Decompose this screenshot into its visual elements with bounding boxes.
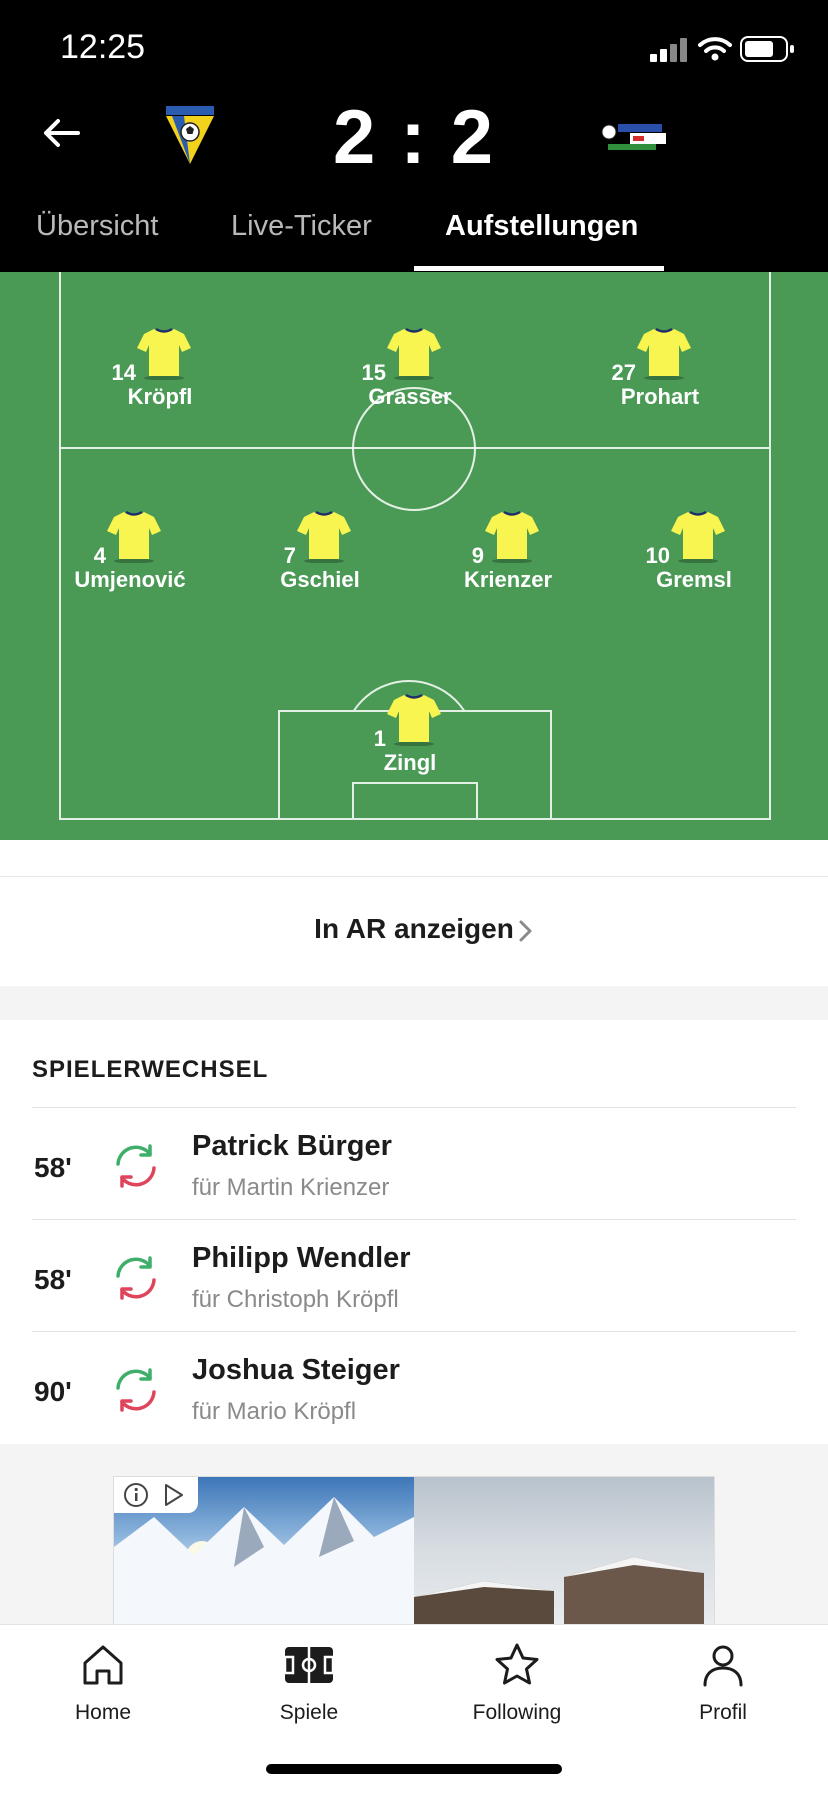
player-number: 1 xyxy=(373,726,386,751)
match-header: 12:25 2 : 2 Übersicht Live-Ticker Aufste… xyxy=(0,0,828,272)
ad-banner[interactable] xyxy=(113,1476,715,1626)
wifi-icon xyxy=(698,37,732,61)
substitution-icon xyxy=(116,1144,156,1188)
player-number: 27 xyxy=(611,360,636,385)
nav-home[interactable]: Home xyxy=(28,1641,178,1725)
tab-aufstellungen[interactable]: Aufstellungen xyxy=(445,210,638,243)
away-team-logo[interactable] xyxy=(600,118,670,154)
person-icon xyxy=(703,1645,743,1687)
shirt-icon xyxy=(387,327,441,380)
nav-following[interactable]: Following xyxy=(442,1641,592,1725)
player-number: 10 xyxy=(645,543,670,568)
player-number: 14 xyxy=(111,360,136,385)
goal-area xyxy=(352,782,478,818)
home-icon xyxy=(83,1645,123,1685)
battery-icon xyxy=(740,36,794,62)
substitution-row[interactable]: 58' Patrick Bürger für Martin Krienzer xyxy=(32,1107,796,1219)
substitution-minute: 90' xyxy=(34,1376,72,1407)
tab-uebersicht[interactable]: Übersicht xyxy=(36,210,159,243)
player-in: Joshua Steiger xyxy=(192,1354,400,1386)
player-in: Patrick Bürger xyxy=(192,1130,392,1162)
nav-label: Profil xyxy=(699,1701,747,1724)
player-name: Krienzer xyxy=(463,567,553,592)
player-out: für Christoph Kröpfl xyxy=(192,1286,399,1313)
home-indicator xyxy=(266,1764,562,1774)
active-tab-indicator xyxy=(414,266,664,271)
shirt-icon xyxy=(137,327,191,380)
player-number: 4 xyxy=(93,543,106,568)
player-name: Kröpfl xyxy=(127,384,193,409)
player-number: 15 xyxy=(361,360,386,385)
substitution-row[interactable]: 90' Joshua Steiger für Mario Kröpfl xyxy=(32,1331,796,1443)
lineup-pitch: 14 Kröpfl 15 Grasser 27 Prohart 4 Umjeno… xyxy=(0,272,828,840)
home-team-logo[interactable] xyxy=(164,104,216,166)
player-name: Zingl xyxy=(383,750,437,775)
signal-icon xyxy=(650,38,687,62)
ar-label: In AR anzeigen xyxy=(314,913,514,944)
chevron-right-icon xyxy=(519,920,532,942)
nav-label: Following xyxy=(472,1701,562,1724)
player-number: 9 xyxy=(471,543,484,568)
pitch-icon xyxy=(283,1647,335,1683)
substitution-minute: 58' xyxy=(34,1264,72,1295)
substitution-icon xyxy=(116,1256,156,1300)
nav-label: Home xyxy=(74,1701,132,1724)
shirt-icon xyxy=(387,693,441,746)
match-score: 2 : 2 xyxy=(332,95,496,180)
ad-info-icon xyxy=(124,1483,183,1507)
substitutions-title: SPIELERWECHSEL xyxy=(32,1056,269,1083)
player-out: für Martin Krienzer xyxy=(192,1174,390,1201)
ad-choices[interactable] xyxy=(114,1477,198,1513)
ar-button[interactable]: In AR anzeigen xyxy=(0,876,828,987)
status-time: 12:25 xyxy=(60,28,146,66)
star-icon xyxy=(495,1643,539,1685)
substitution-minute: 58' xyxy=(34,1152,72,1183)
shirt-icon xyxy=(637,327,691,380)
substitution-row[interactable]: 58' Philipp Wendler für Christoph Kröpfl xyxy=(32,1219,796,1331)
player-out: für Mario Kröpfl xyxy=(192,1398,357,1425)
shirt-icon xyxy=(485,510,539,563)
player-name: Grasser xyxy=(368,384,452,409)
tab-live-ticker[interactable]: Live-Ticker xyxy=(231,210,372,243)
nav-profil[interactable]: Profil xyxy=(648,1641,798,1725)
player-number: 7 xyxy=(283,543,296,568)
player-name: Gschiel xyxy=(280,567,360,592)
shirt-icon xyxy=(671,510,725,563)
chalet-scene xyxy=(414,1557,704,1625)
section-divider xyxy=(0,986,828,1020)
player-name: Prohart xyxy=(620,384,700,409)
back-arrow-icon[interactable] xyxy=(40,112,82,154)
substitution-icon xyxy=(116,1368,156,1412)
nav-spiele[interactable]: Spiele xyxy=(234,1641,384,1725)
player-name: Gremsl xyxy=(656,567,732,592)
ad-image-chalet xyxy=(414,1477,714,1625)
shirt-icon xyxy=(297,510,351,563)
player-name: Umjenović xyxy=(74,567,186,592)
player-in: Philipp Wendler xyxy=(192,1242,411,1274)
shirt-icon xyxy=(107,510,161,563)
nav-label: Spiele xyxy=(279,1701,339,1724)
